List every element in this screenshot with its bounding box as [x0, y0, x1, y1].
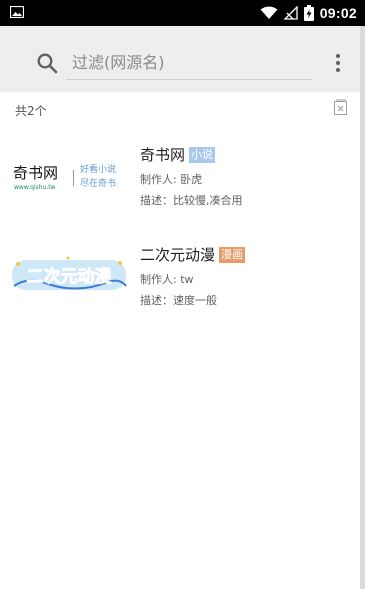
more-vertical-icon[interactable]	[330, 52, 346, 74]
logo-slogan-line1: 好看小说	[80, 163, 116, 175]
ecy-logo-graphic: 二次元动漫	[12, 256, 127, 290]
scroll-edge	[360, 26, 365, 589]
source-title: 奇书网 小说	[140, 144, 216, 165]
source-maker: 制作人: tw	[140, 273, 194, 286]
search-icon[interactable]	[36, 52, 58, 74]
list-item[interactable]: 二次元动漫 二次元动漫 漫画 制作人: tw 描述：速度一般	[0, 232, 360, 328]
source-maker: 制作人: 卧虎	[140, 173, 203, 186]
logo-slogan-line2: 尽在奇书	[80, 177, 116, 189]
category-badge: 漫画	[219, 246, 246, 263]
source-name: 二次元动漫	[140, 246, 216, 264]
wifi-icon	[260, 6, 278, 19]
battery-charging-icon	[303, 5, 314, 21]
logo-main-text: 二次元动漫	[27, 266, 113, 287]
no-signal-icon	[283, 6, 298, 20]
search-toolbar	[0, 26, 360, 92]
logo-sub-text: www.qishu.tw	[14, 184, 56, 191]
list-item[interactable]: 奇书网 www.qishu.tw 好看小说 尽在奇书 奇书网 小说 制作人: 卧…	[0, 132, 360, 228]
source-description: 描述：速度一般	[140, 294, 217, 307]
source-count-row: 共2个	[0, 92, 360, 126]
source-description: 描述：比较慢,凑合用	[140, 194, 243, 207]
qishu-logo-graphic: 奇书网 www.qishu.tw 好看小说 尽在奇书	[13, 163, 116, 191]
search-input[interactable]	[66, 44, 312, 80]
status-time: 09:02	[319, 5, 357, 21]
source-logo-qishu: 奇书网 www.qishu.tw 好看小说 尽在奇书	[8, 146, 130, 202]
source-logo-ecy: 二次元动漫	[8, 246, 130, 302]
logo-main-text: 奇书网	[13, 164, 58, 182]
image-icon	[10, 6, 24, 18]
source-title: 二次元动漫 漫画	[140, 244, 246, 265]
source-name: 奇书网	[140, 146, 186, 164]
clear-list-icon[interactable]	[332, 99, 349, 116]
search-underline	[66, 79, 312, 80]
source-count: 共2个	[15, 104, 47, 118]
category-badge: 小说	[189, 146, 216, 163]
status-bar: 09:02	[0, 0, 365, 26]
